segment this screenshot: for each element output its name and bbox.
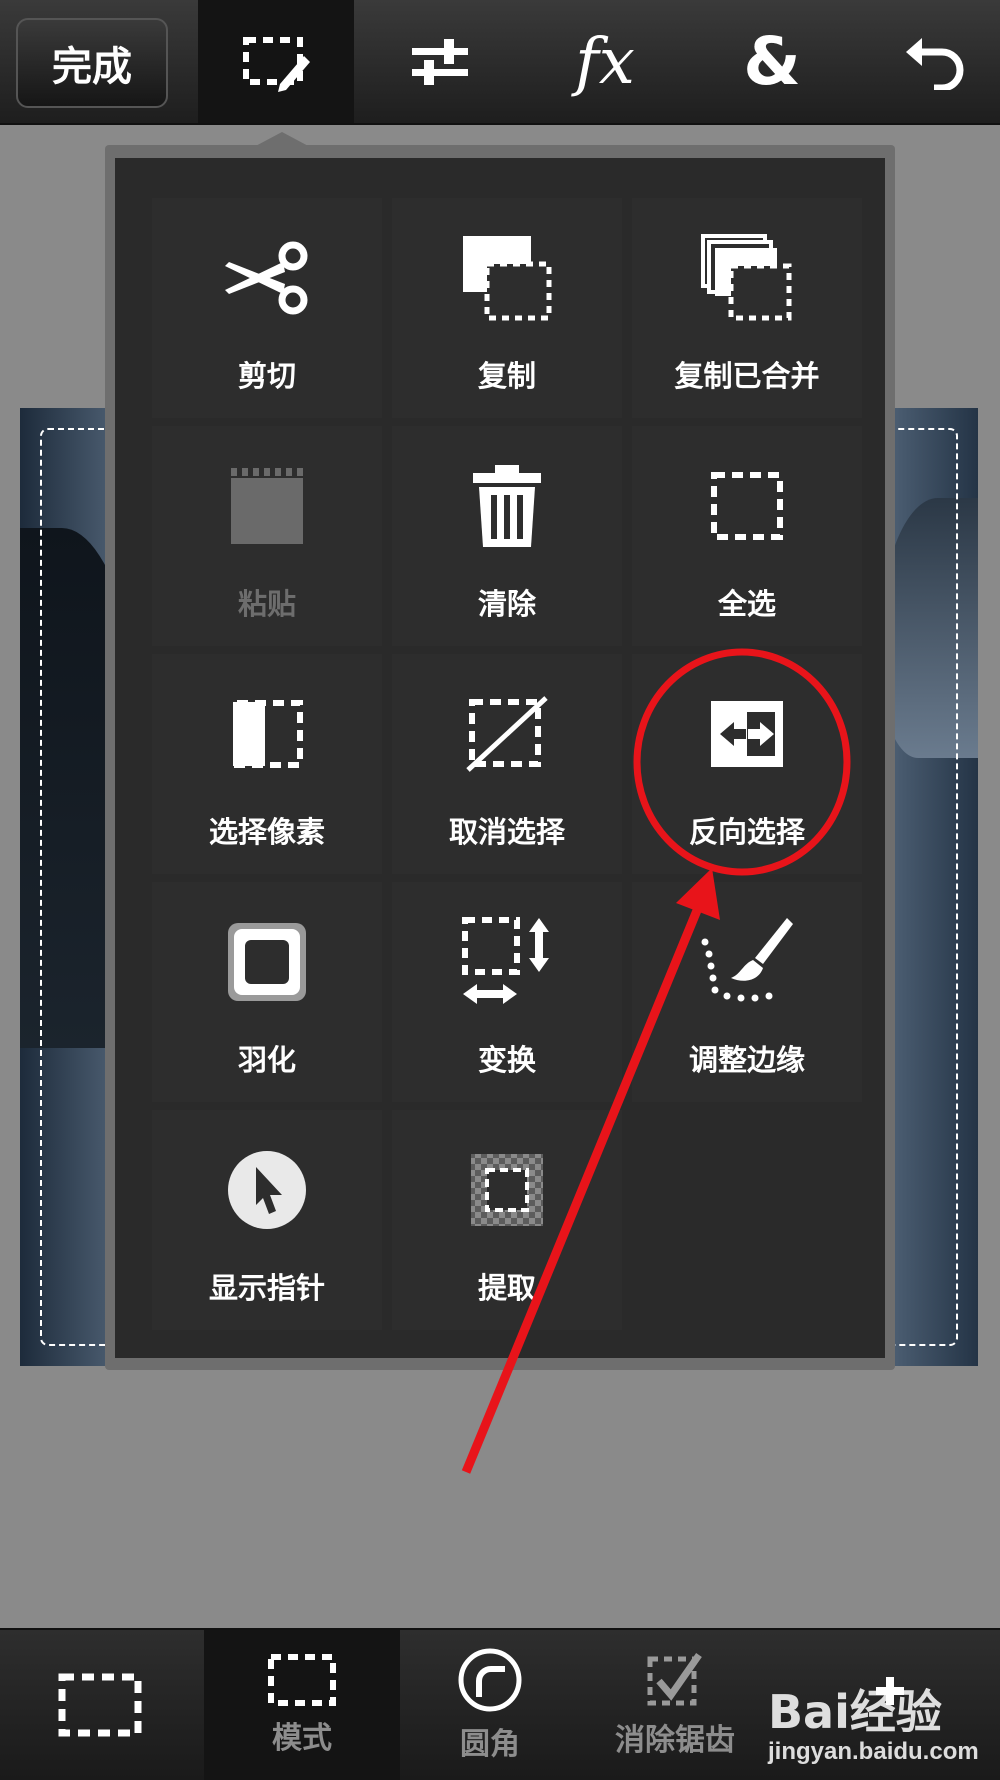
- select-pixels-icon: [233, 700, 303, 768]
- anti-alias-label: 消除锯齿: [615, 1723, 735, 1758]
- select-all-icon: [711, 472, 783, 540]
- rounded-corner-button[interactable]: 圆角: [400, 1630, 580, 1780]
- adjust-sliders-icon: [412, 38, 468, 85]
- trash-icon: [473, 465, 541, 547]
- feather-icon: [228, 923, 306, 1001]
- undo-button[interactable]: [880, 0, 990, 123]
- menu-item-label: 变换: [477, 1043, 536, 1077]
- anti-alias-button[interactable]: 消除锯齿: [590, 1630, 760, 1780]
- fx-icon: fx: [575, 24, 635, 99]
- watermark-url: jingyan.baidu.com: [768, 1738, 979, 1765]
- copy-merged-icon: [701, 234, 792, 321]
- baidu-watermark: Bai经验 jingyan.baidu.com: [768, 1660, 998, 1770]
- menu-item-label: 剪切: [237, 359, 296, 393]
- menu-item-paste: 粘贴: [152, 426, 382, 646]
- extract-icon: [471, 1154, 543, 1226]
- menu-item-select-all[interactable]: 全选: [632, 426, 862, 646]
- mode-icon: [268, 1654, 336, 1706]
- menu-item-label: 清除: [477, 587, 536, 621]
- menu-item-copy-merged[interactable]: 复制已合并: [632, 198, 862, 418]
- menu-item-show-pointer[interactable]: 显示指针: [152, 1110, 382, 1330]
- copy-icon: [463, 236, 552, 321]
- menu-item-clear[interactable]: 清除: [392, 426, 622, 646]
- top-toolbar: 完成 fx &: [0, 0, 1000, 125]
- paste-icon: [231, 468, 303, 544]
- menu-item-label: 提取: [477, 1271, 536, 1305]
- menu-item-label: 反向选择: [688, 815, 805, 849]
- done-button[interactable]: 完成: [16, 18, 168, 108]
- mode-button[interactable]: 模式: [204, 1630, 400, 1780]
- undo-icon: [906, 37, 964, 90]
- show-pointer-icon: [228, 1151, 306, 1229]
- menu-item-refine-edge[interactable]: 调整边缘: [632, 882, 862, 1102]
- menu-item-invert-selection[interactable]: 反向选择: [632, 654, 862, 874]
- menu-item-label: 全选: [717, 587, 776, 621]
- invert-selection-icon: [711, 701, 783, 767]
- rounded-corner-label: 圆角: [460, 1727, 520, 1762]
- menu-item-label: 复制: [477, 359, 536, 393]
- menu-item-copy[interactable]: 复制: [392, 198, 622, 418]
- menu-item-select-pixels[interactable]: 选择像素: [152, 654, 382, 874]
- blend-button[interactable]: &: [712, 0, 832, 123]
- menu-item-label: 选择像素: [208, 815, 325, 849]
- transform-icon: [462, 917, 549, 1004]
- refine-edge-icon: [701, 918, 793, 1002]
- menu-item-label: 取消选择: [448, 815, 565, 849]
- deselect-icon: [466, 696, 548, 772]
- menu-item-label: 调整边缘: [688, 1043, 805, 1077]
- rounded-corner-icon: [458, 1648, 522, 1712]
- selection-tool-button[interactable]: [198, 0, 354, 123]
- anti-alias-icon: [647, 1652, 702, 1706]
- watermark-main: Bai经验: [768, 1685, 942, 1739]
- ampersand-icon: &: [743, 23, 801, 100]
- selection-edit-icon: [243, 36, 310, 92]
- menu-item-feather[interactable]: 羽化: [152, 882, 382, 1102]
- rect-selection-icon: [58, 1673, 142, 1737]
- menu-item-label: 复制已合并: [674, 359, 820, 393]
- menu-item-label: 羽化: [237, 1043, 296, 1077]
- fx-button[interactable]: fx: [545, 0, 665, 123]
- menu-item-deselect[interactable]: 取消选择: [392, 654, 622, 874]
- menu-item-cut[interactable]: 剪切: [152, 198, 382, 418]
- menu-item-extract[interactable]: 提取: [392, 1110, 622, 1330]
- mode-label: 模式: [272, 1721, 332, 1756]
- rect-selection-button[interactable]: [0, 1630, 200, 1780]
- selection-menu-panel: 剪切 复制 复制已合并 粘贴 清除 全选 选择像素 取消选择 反向选择 羽化 变…: [115, 158, 885, 1358]
- adjust-button[interactable]: [380, 0, 500, 123]
- menu-item-label: 显示指针: [208, 1271, 325, 1305]
- menu-item-transform[interactable]: 变换: [392, 882, 622, 1102]
- menu-item-label: 粘贴: [237, 587, 296, 621]
- scissors-icon: [225, 241, 308, 315]
